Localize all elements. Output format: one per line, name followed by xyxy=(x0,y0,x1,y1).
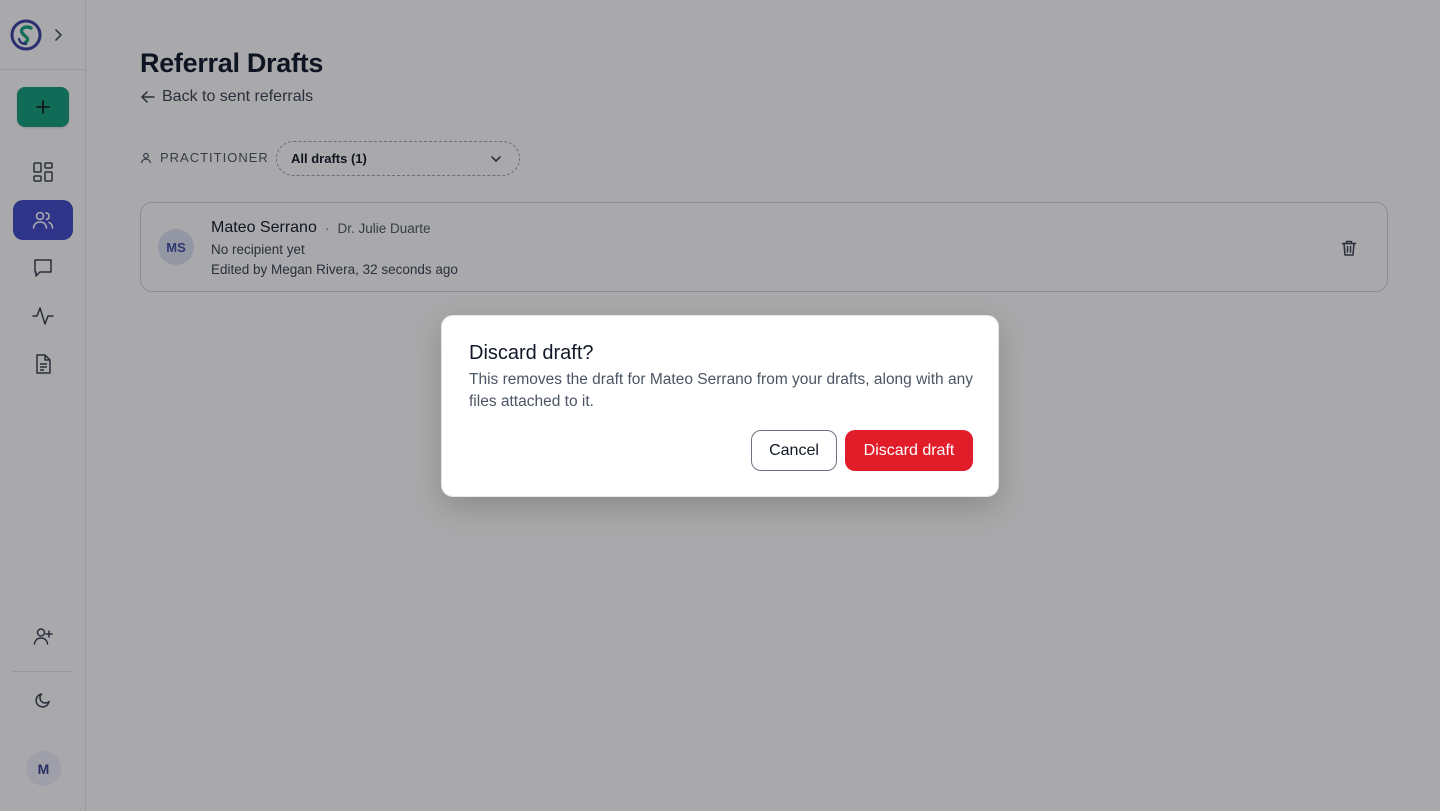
dialog-message: This removes the draft for Mateo Serrano… xyxy=(469,371,973,410)
cancel-button[interactable]: Cancel xyxy=(751,430,837,471)
dialog-title: Discard draft? xyxy=(469,342,594,364)
discard-draft-dialog: Discard draft? This removes the draft fo… xyxy=(441,315,999,497)
discard-draft-button[interactable]: Discard draft xyxy=(845,430,973,471)
